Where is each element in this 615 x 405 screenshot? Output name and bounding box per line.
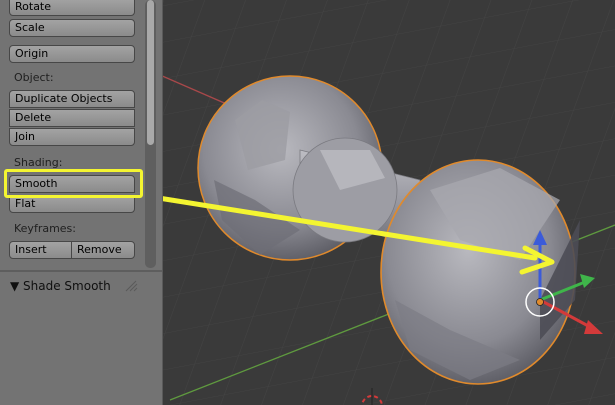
- shade-smooth-panel-header[interactable]: ▼ Shade Smooth: [10, 279, 111, 293]
- panel-grip-icon[interactable]: [120, 280, 138, 292]
- join-button[interactable]: Join: [9, 128, 135, 146]
- keyframes-section-label: Keyframes:: [14, 222, 76, 235]
- origin-button[interactable]: Origin: [9, 45, 135, 63]
- insert-keyframe-button[interactable]: Insert: [9, 241, 72, 259]
- duplicate-objects-button[interactable]: Duplicate Objects: [9, 90, 135, 108]
- shading-section-label: Shading:: [14, 156, 63, 169]
- delete-button[interactable]: Delete: [9, 109, 135, 127]
- rotate-button[interactable]: Rotate: [9, 0, 135, 16]
- object-section-label: Object:: [14, 71, 54, 84]
- remove-keyframe-button[interactable]: Remove: [71, 241, 135, 259]
- tool-shelf: Rotate Scale Origin Object: Duplicate Ob…: [0, 0, 163, 405]
- smooth-highlight-annotation: [4, 169, 143, 198]
- scale-button[interactable]: Scale: [9, 19, 135, 37]
- scrollbar-thumb[interactable]: [147, 0, 154, 145]
